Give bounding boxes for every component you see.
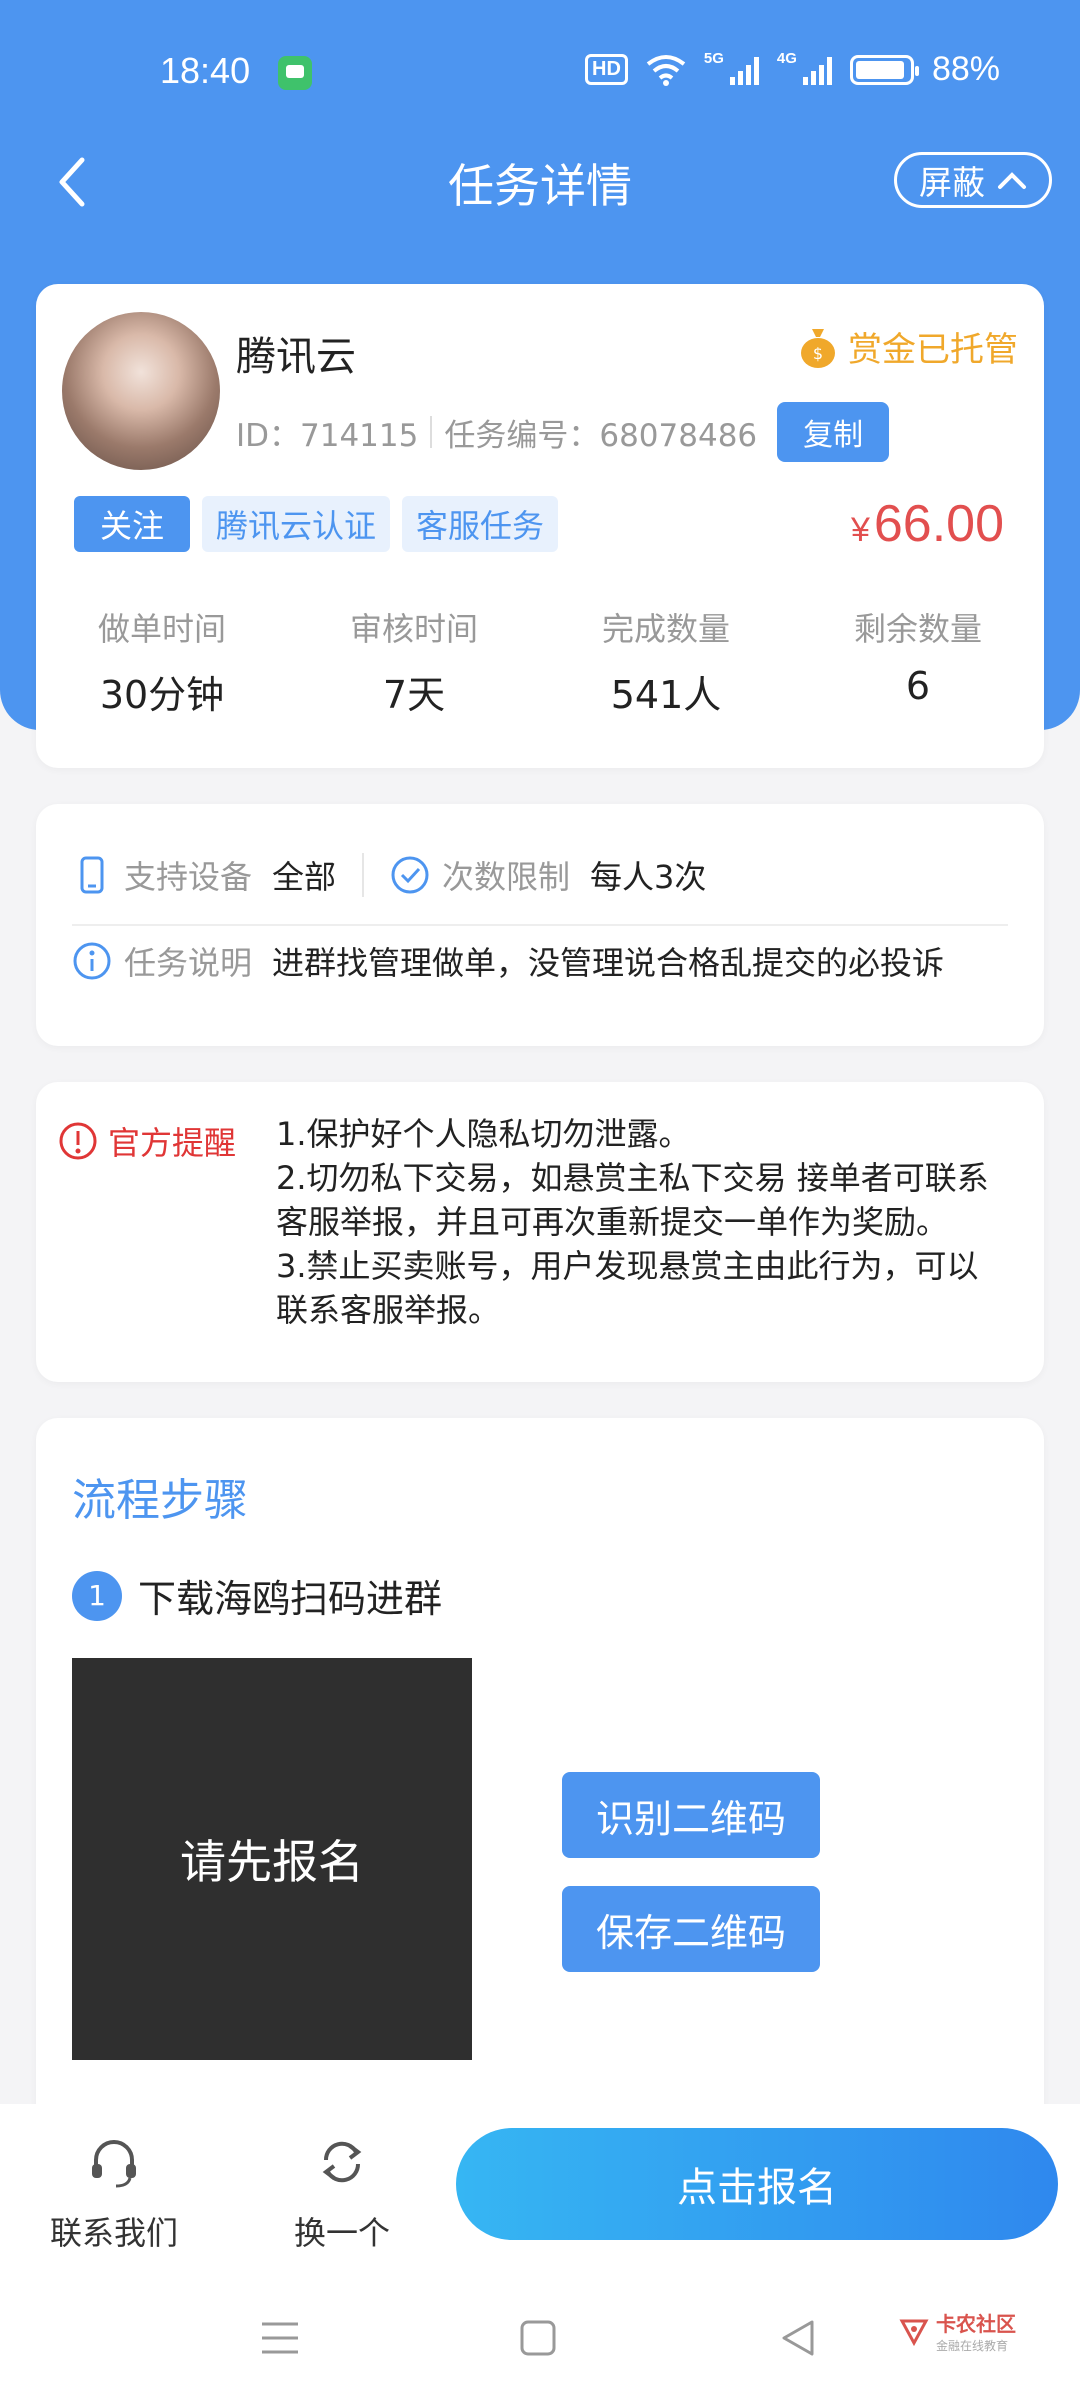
notice-header: 官方提醒 xyxy=(58,1118,236,1164)
save-qr-button[interactable]: 保存二维码 xyxy=(562,1886,820,1972)
refresh-icon xyxy=(322,2141,362,2183)
notice-line: 客服举报，并且可再次重新提交一单作为奖励。 xyxy=(276,1203,949,1241)
follow-button[interactable]: 关注 xyxy=(74,496,191,552)
divider xyxy=(72,924,1008,926)
stat-remaining: 剩余数量 6 xyxy=(792,604,1044,719)
notice-line: 3.禁止买卖账号，用户发现悬赏主由此行为，可以 xyxy=(276,1247,979,1285)
stat-value: 30分钟 xyxy=(99,673,225,717)
signal-2-icon xyxy=(802,55,832,85)
avatar xyxy=(62,312,220,470)
step-number: 1 xyxy=(72,1570,122,1621)
tag-list: 关注 腾讯云认证 客服任务 xyxy=(74,496,559,552)
task-stats: 做单时间 30分钟 审核时间 7天 完成数量 541人 剩余数量 6 xyxy=(36,604,1044,719)
device-limit-row: 支持设备 全部 次数限制 每人3次 xyxy=(72,852,706,898)
stat-value: 6 xyxy=(905,664,931,708)
watermark: 卡农社区 金融在线教育 xyxy=(898,2308,1016,2354)
chevron-up-icon xyxy=(998,172,1026,189)
stat-label: 剩余数量 xyxy=(853,610,982,648)
copy-button[interactable]: 复制 xyxy=(777,402,890,462)
home-icon[interactable] xyxy=(516,2316,560,2360)
description-row: 任务说明 进群找管理做单，没管理说合格乱提交的必投诉 xyxy=(72,938,944,984)
info-icon xyxy=(73,942,111,980)
notice-text: 1.保护好个人隐私切勿泄露。 2.切勿私下交易，如悬赏主私下交易 接单者可联系 … xyxy=(276,1112,1014,1332)
system-back-icon[interactable] xyxy=(776,2316,820,2360)
phone-icon xyxy=(80,856,104,894)
signup-button[interactable]: 点击报名 xyxy=(456,2128,1058,2240)
task-number: 任务编号：68078486 xyxy=(444,417,758,454)
battery-icon xyxy=(849,54,919,85)
status-time: 18:40 xyxy=(160,50,251,91)
notice-line: 2.切勿私下交易，如悬赏主私下交易 接单者可联系 xyxy=(276,1159,989,1197)
section-title: 流程步骤 xyxy=(72,1475,248,1526)
check-circle-icon xyxy=(391,856,429,894)
notice-line: 1.保护好个人隐私切勿泄露。 xyxy=(276,1115,691,1153)
step-1: 1 下载海鸥扫码进群 xyxy=(72,1568,442,1623)
block-button[interactable]: 屏蔽 xyxy=(894,152,1052,208)
wifi-icon xyxy=(646,54,686,86)
status-right: HD 5G 4G 88% xyxy=(585,50,1000,89)
hd-icon: HD xyxy=(585,54,628,85)
tag-certified: 腾讯云认证 xyxy=(202,496,391,552)
tag-service: 客服任务 xyxy=(402,496,559,552)
process-steps-card: 流程步骤 1 下载海鸥扫码进群 请先报名 识别二维码 保存二维码 xyxy=(36,1418,1044,2158)
notice-line: 联系客服举报。 xyxy=(276,1291,501,1329)
stat-label: 审核时间 xyxy=(349,610,478,648)
bottom-action-bar: 联系我们 换一个 点击报名 xyxy=(0,2104,1080,2274)
stat-value: 541人 xyxy=(610,673,722,717)
currency-symbol: ¥ xyxy=(850,511,870,549)
headset-icon xyxy=(92,2140,136,2188)
official-notice-card: 官方提醒 1.保护好个人隐私切勿泄露。 2.切勿私下交易，如悬赏主私下交易 接单… xyxy=(36,1082,1044,1382)
money-bag-icon: $ xyxy=(801,328,835,368)
nav-bar: 任务详情 屏蔽 xyxy=(0,140,1080,220)
description-label: 任务说明 xyxy=(124,944,253,982)
recent-apps-icon[interactable] xyxy=(258,2316,302,2360)
system-nav-bar: 卡农社区 金融在线教育 xyxy=(0,2274,1080,2400)
qr-code-placeholder: 请先报名 xyxy=(72,1658,472,2060)
device-label: 支持设备 xyxy=(124,858,253,896)
limit-label: 次数限制 xyxy=(442,858,571,896)
network-4g-label: 4G xyxy=(776,50,797,67)
stat-label: 完成数量 xyxy=(601,610,730,648)
task-summary-card: 腾讯云 $ 赏金已托管 ID：714115 任务编号：68078486 复制 关… xyxy=(36,284,1044,768)
stat-value: 7天 xyxy=(382,673,446,717)
task-info-card: 支持设备 全部 次数限制 每人3次 任务说明 进群找管理做单，没管理说合格乱提交… xyxy=(36,804,1044,1046)
watermark-name: 卡农社区 xyxy=(936,2312,1016,2336)
swap-task-label: 换一个 xyxy=(293,2214,390,2252)
row-divider xyxy=(362,853,365,897)
alert-circle-icon xyxy=(59,1122,97,1160)
block-label: 屏蔽 xyxy=(919,163,985,202)
watermark-logo-icon xyxy=(899,2319,929,2347)
battery-percent: 88% xyxy=(931,50,1000,88)
swap-task-button[interactable]: 换一个 xyxy=(262,2134,422,2254)
stat-label: 做单时间 xyxy=(97,610,226,648)
task-meta: ID：714115 任务编号：68078486 复制 xyxy=(236,402,890,462)
watermark-sub: 金融在线教育 xyxy=(936,2339,1009,2353)
stat-work-time: 做单时间 30分钟 xyxy=(36,604,288,719)
message-notification-icon xyxy=(278,56,312,90)
escrow-label: 赏金已托管 xyxy=(848,330,1018,370)
signal-1-icon xyxy=(729,55,759,85)
notice-title: 官方提醒 xyxy=(108,1124,237,1162)
meta-divider xyxy=(430,416,433,448)
step-text: 下载海鸥扫码进群 xyxy=(138,1577,443,1621)
contact-us-button[interactable]: 联系我们 xyxy=(34,2134,194,2254)
status-bar: 18:40 HD 5G 4G 88% xyxy=(0,44,1080,104)
escrow-status: $ 赏金已托管 xyxy=(798,322,1018,371)
device-value: 全部 xyxy=(272,858,337,896)
identify-qr-button[interactable]: 识别二维码 xyxy=(562,1772,820,1858)
description-value: 进群找管理做单，没管理说合格乱提交的必投诉 xyxy=(272,944,945,982)
watermark-text: 卡农社区 金融在线教育 xyxy=(936,2308,1016,2354)
stat-review-time: 审核时间 7天 xyxy=(288,604,540,719)
price-value: 66.00 xyxy=(873,495,1004,553)
limit-value: 每人3次 xyxy=(590,858,707,896)
contact-us-label: 联系我们 xyxy=(49,2214,178,2252)
svg-text:$: $ xyxy=(813,344,823,363)
stat-completed: 完成数量 541人 xyxy=(540,604,792,719)
task-publisher-name: 腾讯云 xyxy=(236,334,356,380)
network-5g-label: 5G xyxy=(703,50,724,67)
reward-price: ¥66.00 xyxy=(851,494,1004,554)
task-id: ID：714115 xyxy=(236,417,419,454)
